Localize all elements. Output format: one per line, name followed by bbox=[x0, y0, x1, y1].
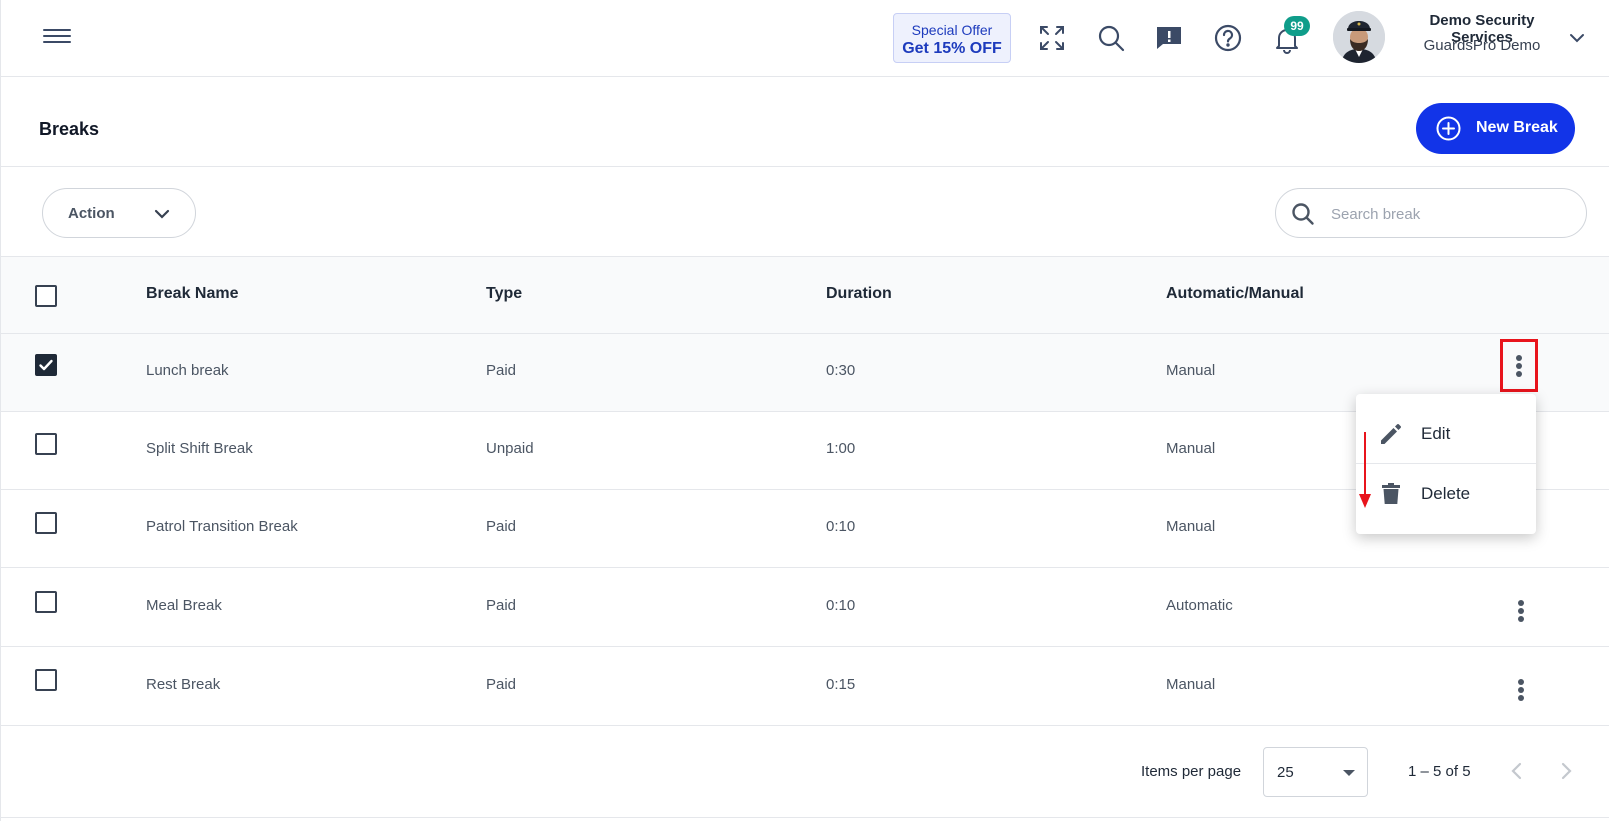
new-break-label: New Break bbox=[1476, 119, 1558, 136]
break-mode: Manual bbox=[1166, 362, 1216, 379]
page-title: Breaks bbox=[39, 119, 100, 139]
offer-discount: Get 15% OFF bbox=[902, 40, 1002, 57]
table-row[interactable]: Meal Break Paid 0:10 Automatic bbox=[1, 569, 1609, 647]
column-type[interactable]: Type bbox=[486, 285, 522, 303]
break-mode: Automatic bbox=[1166, 597, 1233, 614]
table-row[interactable]: Rest Break Paid 0:15 Manual bbox=[1, 648, 1609, 726]
search-icon[interactable] bbox=[1095, 22, 1127, 54]
column-automatic-manual[interactable]: Automatic/Manual bbox=[1166, 285, 1304, 303]
delete-label: Delete bbox=[1421, 484, 1471, 503]
user-org: GuardsPro Demo bbox=[1423, 37, 1541, 54]
items-per-page-label: Items per page bbox=[1141, 763, 1242, 780]
pagination-bar: Items per page 25 1 – 5 of 5 bbox=[1, 726, 1609, 818]
more-vert-icon[interactable] bbox=[1505, 594, 1537, 626]
break-mode: Manual bbox=[1166, 518, 1216, 535]
page-range: 1 – 5 of 5 bbox=[1408, 763, 1471, 780]
page-header: Breaks New Break bbox=[1, 77, 1609, 167]
break-type: Paid bbox=[486, 597, 517, 614]
previous-page-icon[interactable] bbox=[1501, 755, 1533, 787]
annotation-arrow-icon bbox=[1355, 432, 1375, 512]
more-vert-icon[interactable] bbox=[1500, 339, 1538, 392]
special-offer-banner[interactable]: Special Offer Get 15% OFF bbox=[893, 13, 1011, 63]
break-type: Paid bbox=[486, 518, 517, 535]
select-all-checkbox[interactable] bbox=[35, 285, 57, 307]
break-type: Paid bbox=[486, 362, 517, 379]
break-mode: Manual bbox=[1166, 676, 1216, 693]
toolbar: Action bbox=[1, 167, 1609, 257]
help-icon[interactable] bbox=[1212, 22, 1244, 54]
caret-down-icon bbox=[1343, 770, 1355, 776]
new-break-button[interactable]: New Break bbox=[1416, 103, 1575, 154]
break-name: Lunch break bbox=[146, 362, 229, 379]
action-label: Action bbox=[68, 205, 115, 222]
menu-icon[interactable] bbox=[43, 25, 71, 49]
column-break-name[interactable]: Break Name bbox=[146, 285, 239, 303]
break-name: Patrol Transition Break bbox=[146, 518, 298, 535]
break-duration: 0:10 bbox=[826, 597, 856, 614]
break-name: Rest Break bbox=[146, 676, 221, 693]
pencil-icon bbox=[1378, 421, 1404, 447]
break-type: Unpaid bbox=[486, 440, 534, 457]
fullscreen-icon[interactable] bbox=[1036, 22, 1068, 54]
row-checkbox[interactable] bbox=[35, 512, 57, 534]
break-duration: 0:30 bbox=[826, 362, 856, 379]
break-name: Meal Break bbox=[146, 597, 222, 614]
notification-badge: 99 bbox=[1284, 16, 1310, 36]
more-vert-icon[interactable] bbox=[1505, 673, 1537, 705]
top-bar: Special Offer Get 15% OFF 99 Demo Securi… bbox=[1, 0, 1609, 77]
break-duration: 0:10 bbox=[826, 518, 856, 535]
row-checkbox[interactable] bbox=[35, 354, 57, 376]
next-page-icon[interactable] bbox=[1550, 755, 1582, 787]
trash-icon bbox=[1378, 481, 1404, 507]
row-checkbox[interactable] bbox=[35, 669, 57, 691]
break-duration: 0:15 bbox=[826, 676, 856, 693]
breaks-page: Special Offer Get 15% OFF 99 Demo Securi… bbox=[0, 0, 1609, 821]
chevron-down-icon bbox=[151, 203, 173, 225]
search-box bbox=[1275, 188, 1587, 238]
row-checkbox[interactable] bbox=[35, 433, 57, 455]
items-per-page-value: 25 bbox=[1277, 764, 1294, 781]
plus-circle-icon bbox=[1436, 116, 1461, 141]
search-icon bbox=[1290, 201, 1316, 227]
break-type: Paid bbox=[486, 676, 517, 693]
chevron-down-icon[interactable] bbox=[1567, 28, 1587, 48]
offer-title: Special Offer bbox=[911, 22, 993, 38]
edit-label: Edit bbox=[1421, 424, 1451, 443]
table-header: Break Name Type Duration Automatic/Manua… bbox=[1, 257, 1609, 334]
row-action-menu: Edit Delete bbox=[1356, 394, 1536, 534]
column-duration[interactable]: Duration bbox=[826, 285, 892, 303]
break-name: Split Shift Break bbox=[146, 440, 253, 457]
break-duration: 1:00 bbox=[826, 440, 856, 457]
search-input[interactable] bbox=[1331, 201, 1571, 227]
edit-menu-item[interactable]: Edit bbox=[1356, 404, 1536, 464]
delete-menu-item[interactable]: Delete bbox=[1356, 464, 1536, 524]
feedback-icon[interactable] bbox=[1153, 22, 1185, 54]
avatar[interactable] bbox=[1333, 11, 1385, 63]
action-dropdown[interactable]: Action bbox=[42, 188, 196, 238]
break-mode: Manual bbox=[1166, 440, 1216, 457]
items-per-page-select[interactable]: 25 bbox=[1263, 747, 1368, 797]
row-checkbox[interactable] bbox=[35, 591, 57, 613]
